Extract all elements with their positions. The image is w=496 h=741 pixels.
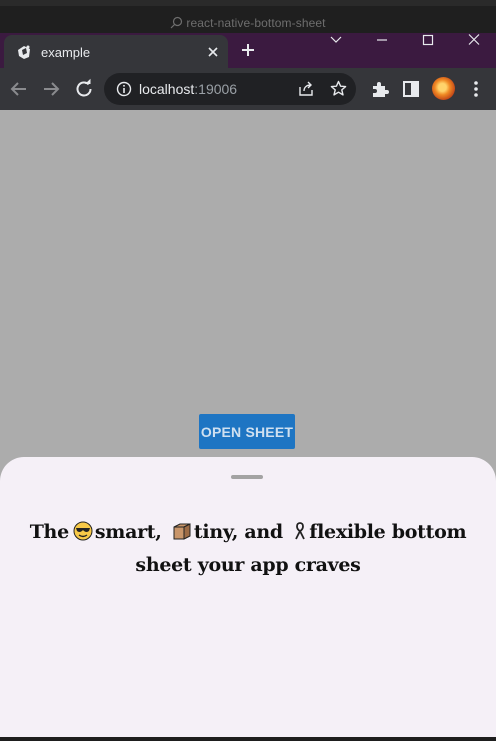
kebab-menu-icon[interactable]	[464, 77, 488, 101]
tab-strip: example	[0, 33, 496, 68]
chevron-down-icon[interactable]	[313, 33, 359, 68]
headline-part1: The	[29, 521, 69, 543]
headline-part5: sheet your app craves	[135, 554, 361, 576]
favicon-icon	[16, 44, 32, 65]
bottom-edge	[0, 737, 496, 741]
open-sheet-button[interactable]: OPEN SHEET	[199, 414, 295, 449]
editor-title-bar: react-native-bottom-sheet	[0, 0, 496, 33]
ribbon-emoji-icon	[293, 520, 307, 550]
search-icon	[170, 16, 183, 32]
sunglasses-emoji-icon	[73, 520, 93, 550]
window-title-text: react-native-bottom-sheet	[186, 16, 326, 30]
box-emoji-icon	[172, 520, 192, 550]
info-icon[interactable]	[116, 81, 132, 102]
close-window-icon[interactable]	[451, 33, 496, 68]
headline-part3: tiny, and	[193, 521, 283, 543]
url-text: localhost:19006	[139, 81, 237, 97]
tab-example[interactable]: example	[4, 35, 228, 68]
maximize-icon[interactable]	[405, 33, 451, 68]
profile-avatar[interactable]	[432, 77, 455, 100]
browser-toolbar: localhost:19006	[0, 68, 496, 110]
side-panel-icon[interactable]	[399, 77, 423, 101]
sheet-drag-handle[interactable]	[231, 475, 263, 479]
window-title[interactable]: react-native-bottom-sheet	[0, 16, 496, 32]
reload-icon[interactable]	[72, 77, 96, 101]
plus-icon[interactable]	[240, 42, 256, 63]
url-host: localhost	[139, 81, 195, 97]
back-icon[interactable]	[7, 77, 31, 101]
forward-icon[interactable]	[39, 77, 63, 101]
star-icon[interactable]	[330, 80, 347, 102]
tab-title: example	[41, 45, 91, 60]
bottom-sheet[interactable]: The smart, tiny, and flexible bottom shee…	[0, 457, 496, 737]
close-icon[interactable]	[207, 45, 219, 63]
headline-part4: flexible bottom	[309, 521, 467, 543]
headline-part2: smart,	[94, 521, 162, 543]
puzzle-icon[interactable]	[368, 77, 392, 101]
address-bar[interactable]: localhost:19006	[104, 73, 356, 105]
share-icon[interactable]	[298, 81, 314, 102]
sheet-headline: The smart, tiny, and flexible bottom shee…	[20, 517, 476, 580]
browser-window: react-native-bottom-sheet example localh…	[0, 0, 496, 741]
minimize-icon[interactable]	[359, 33, 405, 68]
page-viewport: OPEN SHEET The smart, tiny, and flexible …	[0, 110, 496, 741]
url-port: :19006	[194, 81, 238, 97]
